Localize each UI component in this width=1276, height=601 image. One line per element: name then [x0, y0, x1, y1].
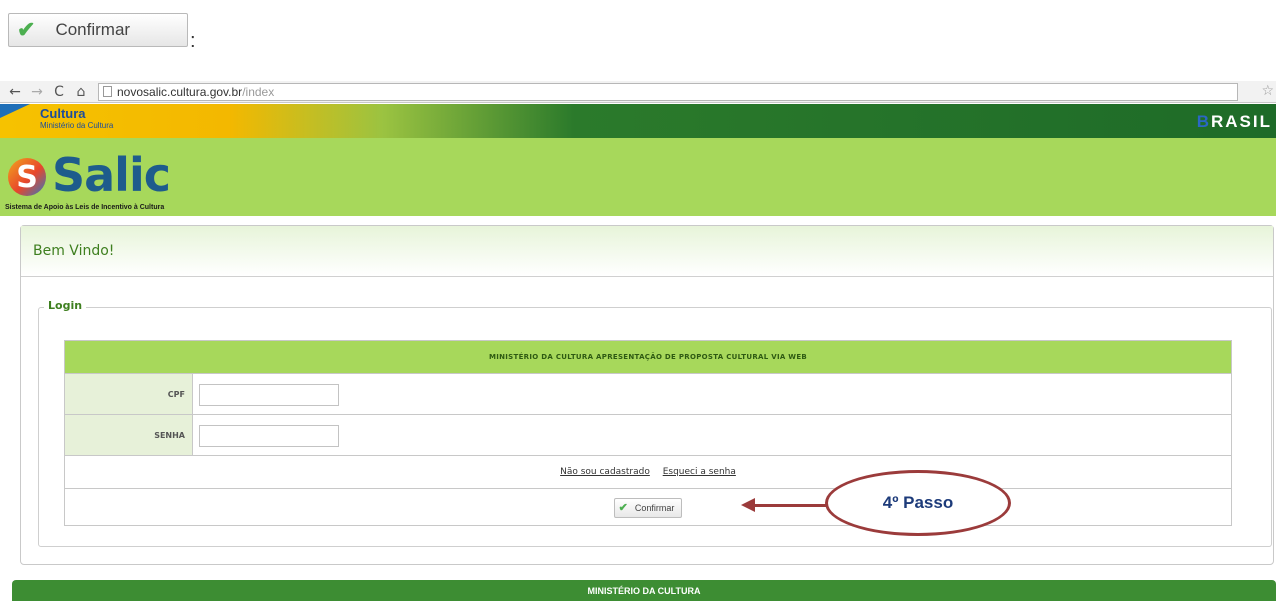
forgot-password-link[interactable]: Esqueci a senha — [663, 467, 736, 477]
confirm-label: Confirmar — [634, 502, 675, 513]
back-arrow-icon[interactable]: ← — [8, 84, 22, 100]
bookmark-star-icon[interactable]: ☆ — [1261, 83, 1274, 99]
confirm-button-example[interactable]: ✔ Confirmar — [8, 13, 188, 47]
brasil-letter: B — [1196, 112, 1211, 131]
salic-banner: S Salic Sistema de Apoio às Leis de Ince… — [0, 138, 1276, 216]
brasil-word: RASIL — [1211, 112, 1272, 131]
footer-text: MINISTÉRIO DA CULTURA — [587, 585, 701, 596]
confirm-button[interactable]: ✔ Confirmar — [613, 497, 683, 518]
login-form-table: MINISTÉRIO DA CULTURA APRESENTAÇÃO DE PR… — [64, 340, 1232, 526]
cultura-brand[interactable]: Cultura Ministério da Cultura — [40, 106, 114, 132]
brasil-logo[interactable]: BRASIL — [1197, 112, 1272, 132]
senha-label: SENHA — [64, 414, 193, 456]
confirm-button-label: Confirmar — [55, 20, 131, 39]
colon-text: : — [190, 30, 196, 52]
reload-icon[interactable]: C — [52, 84, 66, 100]
url-host: novosalic.cultura.gov.br — [117, 84, 243, 99]
annotation-arrow-head — [741, 498, 755, 512]
flag-corner-icon — [0, 104, 30, 118]
login-legend: Login — [44, 299, 87, 312]
browser-toolbar: ← → C ⌂ novosalic.cultura.gov.br/index ☆ — [0, 81, 1276, 103]
panel-header: Bem Vindo! — [21, 226, 1273, 277]
annotation-arrow-line — [754, 504, 834, 507]
salic-logo-text: Salic — [52, 148, 171, 202]
url-path: /index — [242, 84, 275, 99]
cultura-title: Cultura — [40, 106, 86, 121]
cpf-label: CPF — [64, 373, 193, 415]
checkmark-icon: ✔ — [17, 17, 36, 42]
step-callout: 4º Passo — [825, 470, 1011, 536]
cpf-input[interactable] — [199, 383, 339, 406]
forward-arrow-icon[interactable]: → — [30, 84, 44, 100]
ministerio-subtitle: Ministério da Cultura — [40, 121, 114, 130]
senha-input[interactable] — [199, 424, 339, 447]
salic-logo-icon: S — [8, 158, 46, 196]
footer-bar: MINISTÉRIO DA CULTURA — [12, 580, 1276, 601]
home-icon[interactable]: ⌂ — [74, 84, 88, 100]
page-icon — [103, 86, 112, 97]
gov-header: Cultura Ministério da Cultura BRASIL — [0, 104, 1276, 138]
page-title: Bem Vindo! — [33, 243, 115, 259]
salic-subtitle: Sistema de Apoio às Leis de Incentivo à … — [5, 204, 165, 211]
form-header: MINISTÉRIO DA CULTURA APRESENTAÇÃO DE PR… — [64, 340, 1232, 374]
checkmark-icon: ✔ — [618, 502, 628, 515]
address-bar[interactable]: novosalic.cultura.gov.br/index — [98, 82, 1238, 101]
register-link[interactable]: Não sou cadastrado — [560, 467, 650, 477]
